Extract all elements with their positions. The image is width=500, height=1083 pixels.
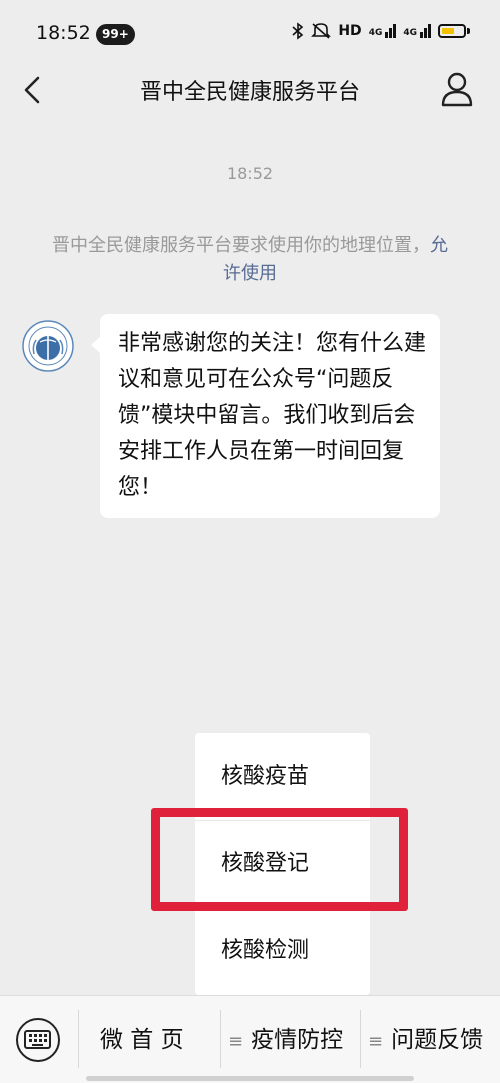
- tab-epidemic-control[interactable]: ≡ 疫情防控: [228, 996, 343, 1083]
- tab-epidemic-control-label: 疫情防控: [251, 1027, 344, 1053]
- user-icon: [441, 72, 473, 107]
- menu-separator: [360, 1010, 361, 1068]
- signal-1-label: 4G: [368, 28, 383, 38]
- network-label: HD: [338, 23, 362, 39]
- page-title: 晋中全民健康服务平台: [139, 80, 360, 105]
- tab-feedback-label: 问题反馈: [391, 1027, 484, 1053]
- submenu-lines-icon: ≡: [228, 1031, 244, 1052]
- keyboard-icon: [24, 1030, 51, 1049]
- signal-2-label: 4G: [403, 28, 417, 38]
- battery-icon: [438, 24, 466, 38]
- nav-bar: 晋中全民健康服务平台: [0, 62, 500, 118]
- bluetooth-icon: [292, 22, 304, 40]
- submenu-lines-icon: ≡: [368, 1031, 384, 1052]
- menu-item-nucleic-test[interactable]: 核酸检测: [195, 907, 370, 994]
- health-logo-icon: [22, 320, 74, 372]
- battery-tip: [467, 28, 470, 34]
- notification-badge: 99+: [96, 24, 135, 45]
- mute-icon: [311, 23, 332, 39]
- gesture-bar: [86, 1076, 414, 1081]
- message-bubble[interactable]: 非常感谢您的关注！您有什么建议和意见可在公众号“问题反馈”模块中留言。我们收到后…: [91, 314, 440, 518]
- status-icons: HD 4G 4G: [292, 22, 470, 40]
- bottom-menu-bar: 微 首 页 ≡ 疫情防控 ≡ 问题反馈: [0, 995, 500, 1083]
- menu-item-nucleic-vaccine[interactable]: 核酸疫苗: [195, 733, 370, 820]
- tab-home[interactable]: 微 首 页: [100, 996, 184, 1083]
- signal-1-icon: 4G: [369, 24, 397, 38]
- status-time: 18:52: [36, 22, 91, 44]
- keyboard-toggle-button[interactable]: [16, 1018, 60, 1062]
- location-request-text: 晋中全民健康服务平台要求使用你的地理位置，: [52, 235, 430, 256]
- location-request-message: 晋中全民健康服务平台要求使用你的地理位置，允许使用: [50, 232, 450, 288]
- status-bar: 18:52 99+ HD 4G 4G: [0, 0, 500, 62]
- back-button[interactable]: [18, 72, 48, 108]
- tab-home-label: 微 首 页: [100, 1027, 184, 1053]
- menu-separator: [78, 1010, 79, 1068]
- chat-screen: 18:52 99+ HD 4G 4G 晋中全民健康服务平台 18:52 晋中全民…: [0, 0, 500, 1083]
- chat-timestamp: 18:52: [226, 164, 274, 183]
- message-text: 非常感谢您的关注！您有什么建议和意见可在公众号“问题反馈”模块中留言。我们收到后…: [118, 331, 427, 500]
- profile-button[interactable]: [440, 70, 474, 108]
- highlight-annotation: [151, 808, 408, 911]
- avatar[interactable]: [22, 320, 74, 372]
- menu-separator: [220, 1010, 221, 1068]
- tab-feedback[interactable]: ≡ 问题反馈: [368, 996, 483, 1083]
- chevron-left-icon: [24, 76, 40, 104]
- signal-2-icon: 4G: [403, 24, 431, 38]
